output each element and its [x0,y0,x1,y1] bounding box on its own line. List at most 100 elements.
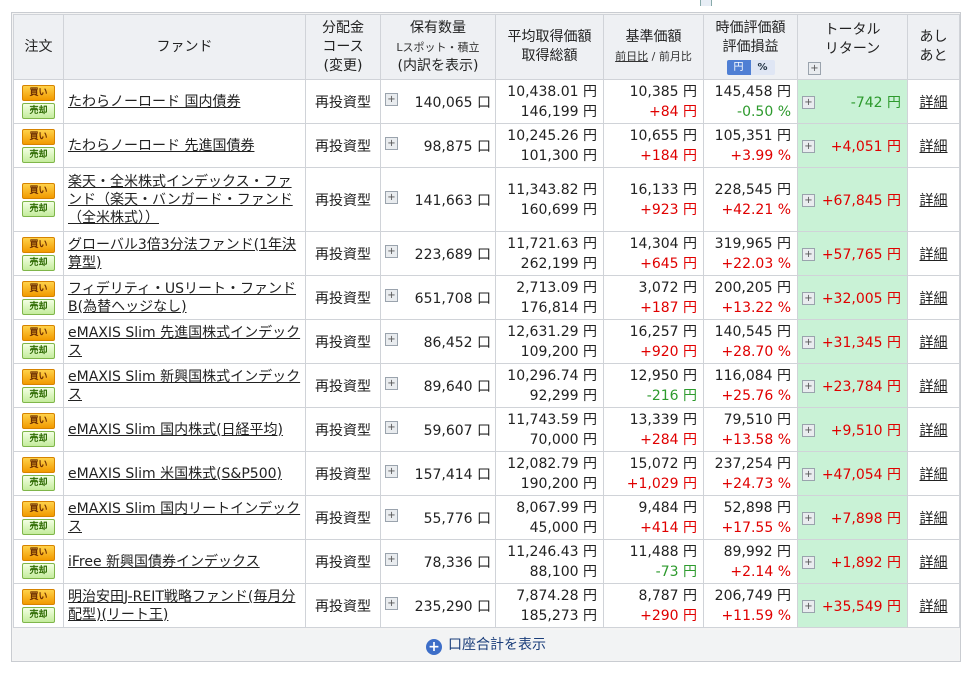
detail-link[interactable]: 詳細 [920,335,948,351]
fund-link[interactable]: eMAXIS Slim 先進国株式インデックス [68,325,300,359]
sell-button[interactable]: 売却 [22,102,55,119]
total-expand-icon[interactable]: + [802,139,815,153]
fund-link[interactable]: たわらノーロード 先進国債券 [68,138,254,154]
total-return-cell: + +1,892 円 [797,539,908,584]
total-return-value: +47,054 円 [821,466,901,483]
qty-expand-icon[interactable]: + [385,191,398,204]
fund-link[interactable]: eMAXIS Slim 米国株式(S&P500) [68,466,282,482]
detail-link[interactable]: 詳細 [920,247,948,263]
show-account-total-button[interactable]: + 口座合計を表示 [13,630,959,660]
total-expand-icon[interactable]: + [802,423,815,437]
toggle-yen[interactable]: 円 [726,59,751,75]
sell-button[interactable]: 売却 [22,606,55,623]
fund-link[interactable]: iFree 新興国債券インデックス [68,554,260,570]
buy-button[interactable]: 買い [22,588,55,605]
buy-button[interactable]: 買い [22,84,55,101]
qty-expand-icon[interactable]: + [385,289,398,302]
detail-link[interactable]: 詳細 [920,467,948,483]
table-row: 買い 売却 eMAXIS Slim 米国株式(S&P500) 再投資型 +157,414… [13,451,960,496]
fund-link[interactable]: eMAXIS Slim 国内リートインデックス [68,501,300,535]
total-expand-icon[interactable]: + [802,335,815,349]
detail-link[interactable]: 詳細 [920,291,948,307]
sell-button[interactable]: 売却 [22,386,55,403]
buy-button[interactable]: 買い [22,324,55,341]
yen-percent-toggle[interactable]: 円 % [726,59,775,75]
base-price: 12,950 円 [629,367,697,384]
sell-button[interactable]: 売却 [22,254,55,271]
fund-link[interactable]: 明治安田J-REIT戦略ファンド(毎月分配型)(リート王) [68,589,295,623]
valuation-value: 228,545 円 [714,181,791,198]
qty-expand-icon[interactable]: + [385,377,398,390]
total-expand-icon[interactable]: + [808,62,821,75]
qty-value: 86,452 口 [423,334,491,351]
gain-value: +3.99 % [730,147,791,164]
total-expand-icon[interactable]: + [802,291,815,305]
fund-link[interactable]: フィデリティ・USリート・ファンドB(為替ヘッジなし) [68,281,296,315]
base-price: 16,257 円 [629,323,697,340]
qty-expand-icon[interactable]: + [385,509,398,522]
fund-link[interactable]: グローバル3倍3分法ファンド(1年決算型) [68,237,296,271]
sell-button[interactable]: 売却 [22,342,55,359]
total-expand-icon[interactable]: + [802,95,815,109]
sell-button[interactable]: 売却 [22,430,55,447]
detail-link[interactable]: 詳細 [920,379,948,395]
gain-value: +42.21 % [721,201,791,218]
buy-button[interactable]: 買い [22,544,55,561]
total-expand-icon[interactable]: + [802,599,815,613]
qty-expand-icon[interactable]: + [385,597,398,610]
sell-button[interactable]: 売却 [22,474,55,491]
fund-link[interactable]: eMAXIS Slim 新興国株式インデックス [68,369,300,403]
fund-link[interactable]: eMAXIS Slim 国内株式(日経平均) [68,422,283,438]
total-expand-icon[interactable]: + [802,555,815,569]
sort-prev-month[interactable]: 前月比 [659,50,692,63]
sell-button[interactable]: 売却 [22,518,55,535]
fund-cell: eMAXIS Slim 米国株式(S&P500) [63,451,306,496]
detail-link[interactable]: 詳細 [920,139,948,155]
sell-button[interactable]: 売却 [22,146,55,163]
sort-prev-day[interactable]: 前日比 [615,50,648,63]
buy-button[interactable]: 買い [22,236,55,253]
table-row: 買い 売却 iFree 新興国債券インデックス 再投資型 +78,336 口 11,246… [13,539,960,584]
fund-cell: フィデリティ・USリート・ファンドB(為替ヘッジなし) [63,275,306,320]
qty-expand-icon[interactable]: + [385,245,398,258]
buy-button[interactable]: 買い [22,456,55,473]
total-expand-icon[interactable]: + [802,193,815,207]
sell-button[interactable]: 売却 [22,562,55,579]
buy-button[interactable]: 買い [22,368,55,385]
course-change-link[interactable]: (変更) [306,57,380,76]
col-qty[interactable]: 保有数量 Lスポット・積立 (内訳を表示) [380,14,496,80]
qty-expand-icon[interactable]: + [385,137,398,150]
col-course[interactable]: 分配金 コース (変更) [305,14,381,80]
buy-button[interactable]: 買い [22,412,55,429]
base-price: 10,655 円 [629,127,697,144]
fund-link[interactable]: 楽天・全米株式インデックス・ファンド（楽天・バンガード・ファンド（全米株式）） [68,174,293,226]
total-expand-icon[interactable]: + [802,379,815,393]
toggle-percent[interactable]: % [750,59,775,75]
qty-value: 651,708 口 [414,290,491,307]
avg-cell: 8,067.99 円 45,000 円 [495,495,604,540]
qty-expand-icon[interactable]: + [385,333,398,346]
total-expand-icon[interactable]: + [802,247,815,261]
top-truncated-link[interactable] [700,0,971,6]
qty-breakdown-link[interactable]: (内訳を表示) [381,57,495,76]
buy-button[interactable]: 買い [22,500,55,517]
detail-link[interactable]: 詳細 [920,95,948,111]
qty-expand-icon[interactable]: + [385,465,398,478]
total-expand-icon[interactable]: + [802,511,815,525]
buy-button[interactable]: 買い [22,182,55,199]
fund-link[interactable]: たわらノーロード 国内債券 [68,94,240,110]
buy-button[interactable]: 買い [22,128,55,145]
detail-link[interactable]: 詳細 [920,555,948,571]
buy-button[interactable]: 買い [22,280,55,297]
total-return-cell: + +35,549 円 [797,583,908,628]
total-expand-icon[interactable]: + [802,467,815,481]
sell-button[interactable]: 売却 [22,298,55,315]
detail-link[interactable]: 詳細 [920,423,948,439]
qty-expand-icon[interactable]: + [385,553,398,566]
detail-link[interactable]: 詳細 [920,193,948,209]
qty-expand-icon[interactable]: + [385,421,398,434]
detail-link[interactable]: 詳細 [920,511,948,527]
sell-button[interactable]: 売却 [22,200,55,217]
qty-expand-icon[interactable]: + [385,93,398,106]
detail-link[interactable]: 詳細 [920,599,948,615]
